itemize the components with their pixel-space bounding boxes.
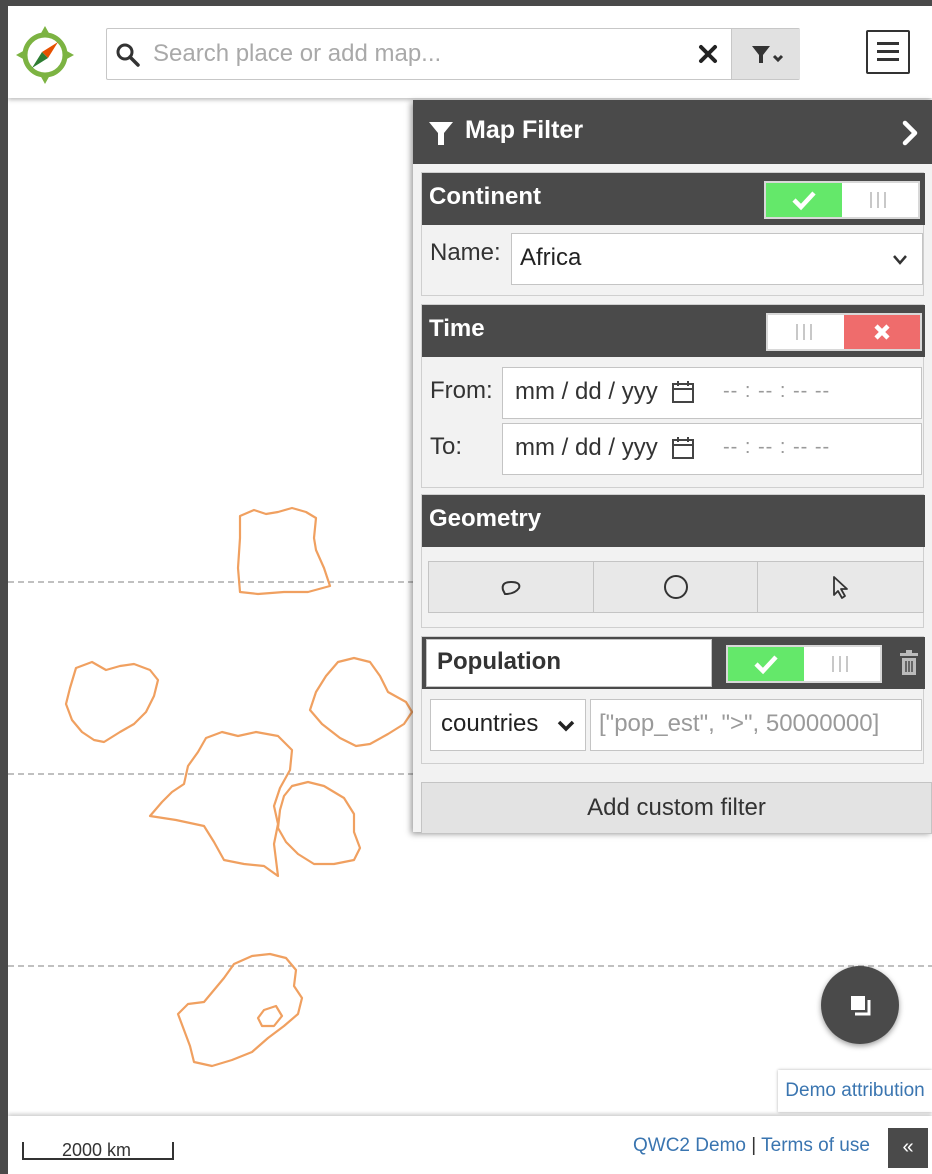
to-date-placeholder: mm / dd / yyy	[515, 434, 658, 461]
time-filter-section: Time From: mm / dd / yyy --: --: -- --…	[421, 304, 925, 488]
toggle-off-bars	[804, 647, 880, 681]
population-name-input[interactable]: Population	[426, 639, 712, 687]
clear-search-icon[interactable]	[695, 41, 721, 67]
qwc2-demo-link[interactable]: QWC2 Demo	[633, 1135, 746, 1156]
country-outline-egypt	[236, 506, 332, 596]
time-to-input[interactable]: mm / dd / yyy -- : -- : -- --	[502, 423, 922, 475]
geometry-tools	[428, 561, 924, 613]
population-header: Population	[422, 637, 925, 689]
panel-title: Map Filter	[465, 116, 584, 144]
layers-icon	[851, 996, 871, 1016]
country-outline-lesotho	[256, 1004, 284, 1028]
from-date-placeholder: mm / dd / yyy	[515, 378, 658, 405]
trash-icon[interactable]	[898, 649, 920, 677]
check-icon	[754, 655, 778, 675]
background-layers-button[interactable]	[821, 966, 899, 1044]
to-time-placeholder: -- : -- : -- --	[723, 436, 831, 458]
country-outline-ethiopia	[308, 656, 414, 748]
scale-label: 2000 km	[62, 1140, 132, 1160]
continent-name-value: Africa	[520, 244, 582, 271]
circle-tool-button[interactable]	[594, 562, 758, 612]
panel-header: Map Filter	[413, 100, 932, 164]
population-layer-value: countries	[441, 710, 539, 737]
chevron-down-icon	[893, 255, 907, 265]
continent-name-select[interactable]: Africa	[511, 233, 923, 285]
top-bar	[8, 6, 932, 98]
toggle-off-bars	[842, 183, 918, 217]
country-outline-drc	[148, 730, 294, 878]
population-layer-select[interactable]: countries	[430, 699, 586, 751]
check-icon	[792, 191, 816, 211]
map-filter-panel: Map Filter Continent Name: Africa Time F…	[413, 100, 932, 834]
time-from-input[interactable]: mm / dd / yyy -- : -- : -- --	[502, 367, 922, 419]
polygon-icon	[501, 580, 521, 596]
filter-chevron-icon	[752, 46, 784, 63]
time-toggle[interactable]	[766, 313, 922, 351]
from-time-placeholder: -- : -- : -- --	[723, 380, 831, 402]
add-custom-filter-button[interactable]: Add custom filter	[421, 782, 932, 834]
compass-logo-icon[interactable]	[14, 24, 76, 86]
country-outline-tanzania	[276, 780, 362, 866]
time-header: Time	[422, 305, 925, 357]
population-title: Population	[437, 648, 561, 675]
country-outline-nigeria	[64, 660, 160, 744]
search-input[interactable]	[151, 35, 695, 73]
population-expression-placeholder: ["pop_est", ">", 50000000]	[599, 710, 880, 737]
country-outline-south-africa	[176, 952, 304, 1068]
footer-links: QWC2 Demo | Terms of use	[633, 1135, 870, 1157]
menu-button[interactable]	[866, 30, 910, 74]
terms-of-use-link[interactable]: Terms of use	[761, 1135, 870, 1156]
circle-icon	[664, 575, 688, 599]
geometry-header: Geometry	[422, 495, 925, 547]
population-toggle[interactable]	[726, 645, 882, 683]
toggle-on-bars	[768, 315, 844, 349]
time-from-label: From:	[430, 377, 493, 404]
pick-tool-button[interactable]	[758, 562, 924, 612]
bottom-bar: 2000 km QWC2 Demo | Terms of use «	[8, 1116, 932, 1174]
toggle-on-check	[766, 183, 842, 217]
continent-name-label: Name:	[430, 239, 501, 266]
filter-icon	[429, 122, 453, 145]
geometry-title: Geometry	[429, 505, 542, 532]
app-window: Map Filter Continent	[8, 6, 932, 1174]
geometry-filter-section: Geometry	[421, 494, 925, 628]
continent-header: Continent	[422, 173, 925, 225]
x-icon	[874, 324, 890, 340]
search-icon	[116, 43, 140, 67]
link-separator: |	[751, 1135, 757, 1156]
calendar-icon[interactable]	[671, 435, 695, 461]
filter-dropdown-button[interactable]	[731, 29, 800, 79]
map-attribution[interactable]: Demo attribution	[778, 1070, 932, 1112]
population-expression-input[interactable]: ["pop_est", ">", 50000000]	[590, 699, 922, 751]
time-to-label: To:	[430, 433, 463, 460]
search-box	[106, 28, 800, 80]
population-filter-section: Population countries ["pop_est", ">", 50…	[421, 636, 925, 764]
toggle-on-check	[728, 647, 804, 681]
time-title: Time	[429, 315, 485, 342]
chevron-down-icon	[557, 720, 575, 732]
continent-title: Continent	[429, 183, 541, 210]
toggle-off-x	[844, 315, 920, 349]
pointer-icon	[833, 576, 848, 599]
continent-toggle[interactable]	[764, 181, 920, 219]
collapse-footer-button[interactable]: «	[888, 1128, 928, 1168]
continent-filter-section: Continent Name: Africa	[421, 172, 925, 296]
chevron-right-icon[interactable]	[899, 118, 921, 148]
polygon-tool-button[interactable]	[429, 562, 594, 612]
calendar-icon[interactable]	[671, 379, 695, 405]
